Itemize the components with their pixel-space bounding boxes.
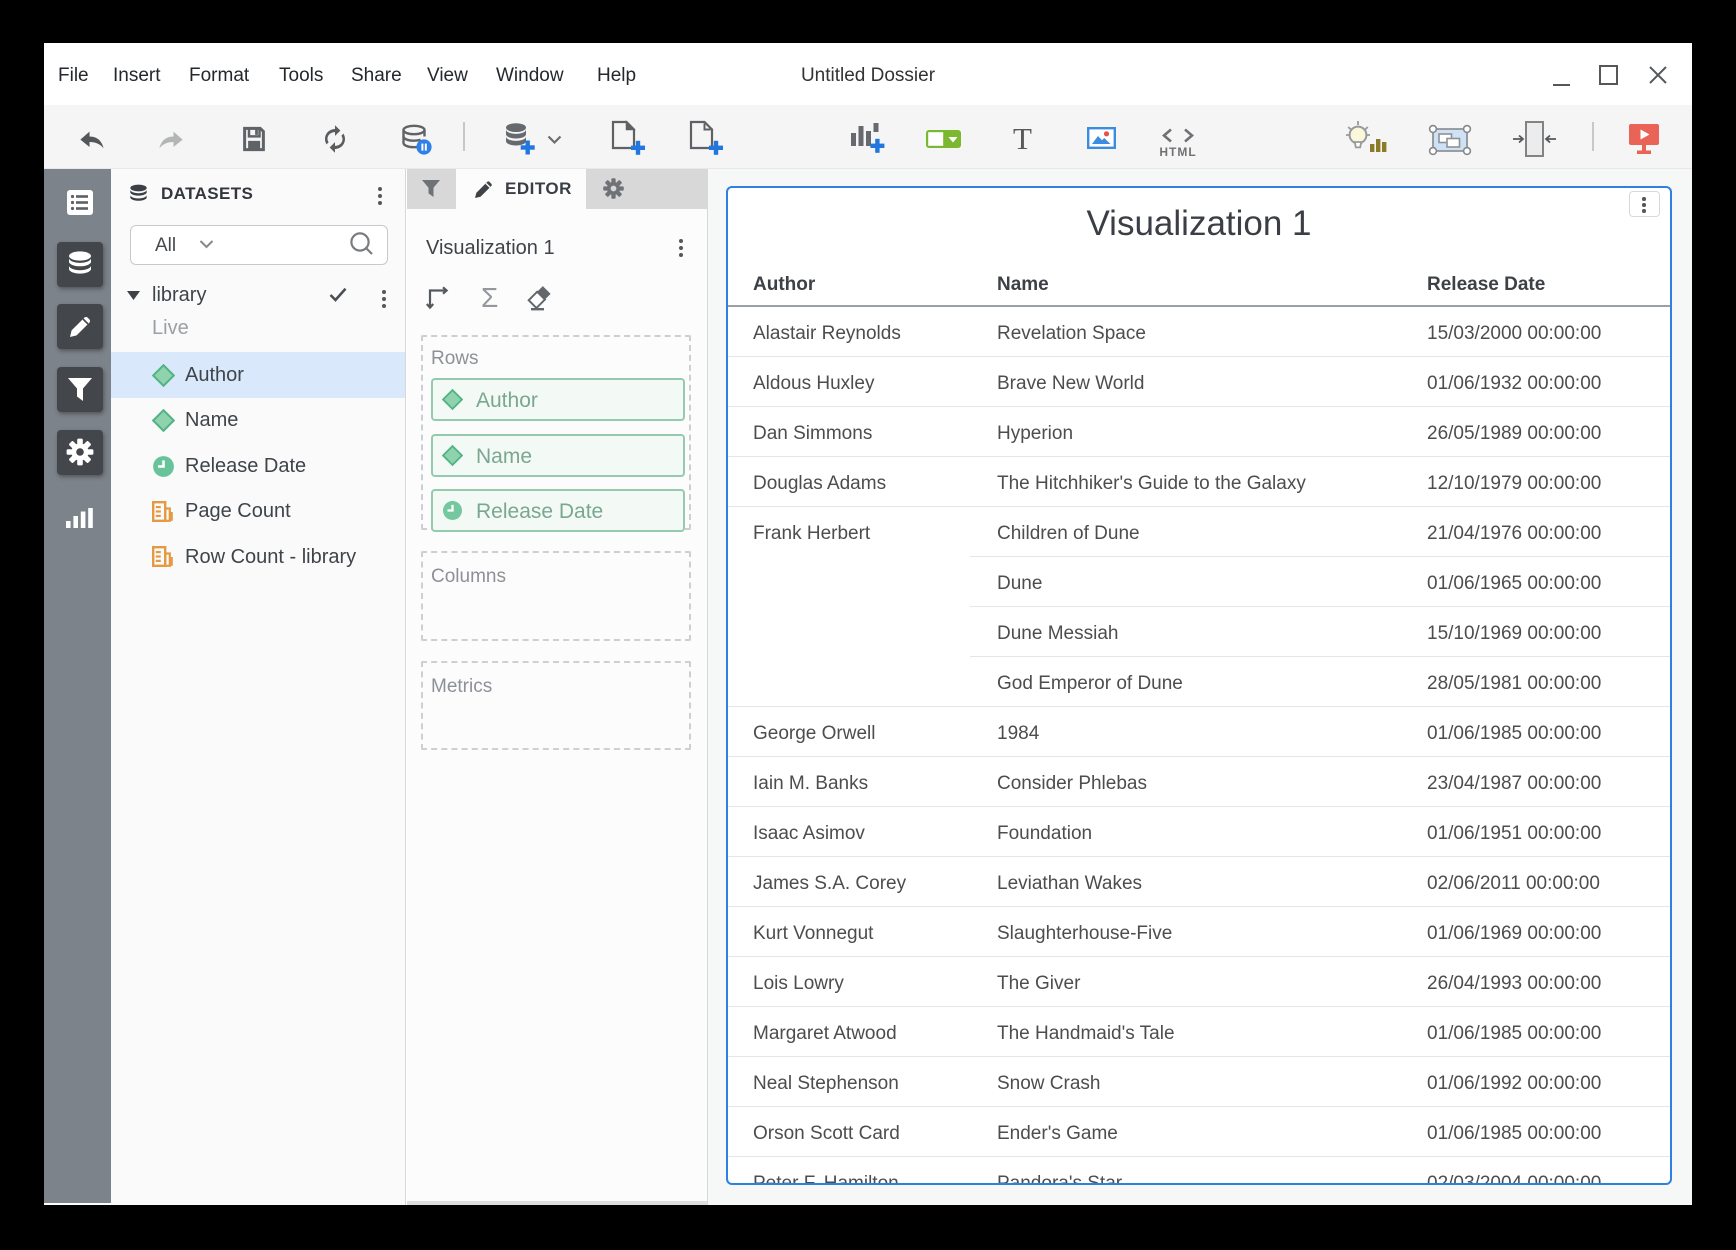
svg-text:HTML: HTML (1159, 145, 1196, 158)
